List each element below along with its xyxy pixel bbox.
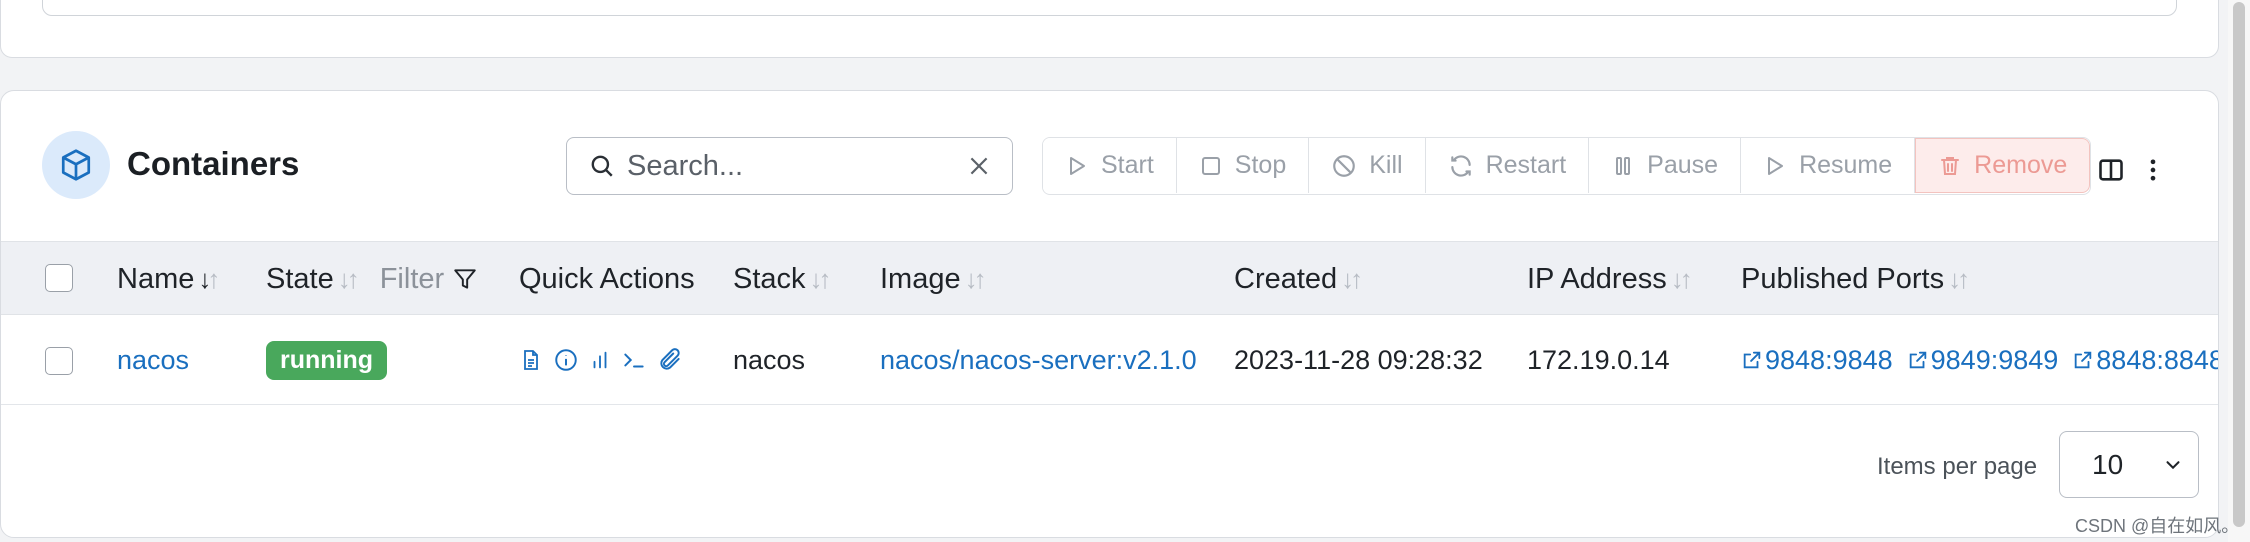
refresh-icon: [1448, 153, 1474, 179]
port-link[interactable]: 8848:8848: [2072, 345, 2218, 376]
sort-icon[interactable]: ↓↑: [965, 264, 987, 295]
sort-icon[interactable]: ↓↑: [338, 264, 360, 295]
chevron-down-icon: [2162, 454, 2184, 476]
port-link[interactable]: 9848:9848: [1741, 345, 1893, 376]
start-button[interactable]: Start: [1043, 138, 1177, 193]
image-link[interactable]: nacos/nacos-server:v2.1.0: [880, 315, 1197, 405]
column-name[interactable]: Name ↓↑: [117, 242, 220, 316]
container-name-link[interactable]: nacos: [117, 315, 189, 405]
table-footer: Items per page 10: [1, 405, 2218, 537]
panel-title: Containers: [127, 145, 300, 182]
search-box[interactable]: [566, 137, 1013, 195]
scrollbar-thumb[interactable]: [2233, 2, 2245, 527]
column-stack[interactable]: Stack ↓↑: [733, 242, 832, 316]
sort-icon[interactable]: ↓↑: [198, 264, 220, 295]
search-input[interactable]: [625, 148, 959, 184]
ip-address-cell: 172.19.0.14: [1527, 344, 1670, 375]
external-link-icon: [1741, 349, 1763, 371]
column-image[interactable]: Image ↓↑: [880, 242, 987, 316]
row-checkbox[interactable]: [45, 347, 73, 375]
filter-icon: [452, 266, 478, 292]
column-created[interactable]: Created ↓↑: [1234, 242, 1363, 316]
port-link[interactable]: 9849:9849: [1907, 345, 2058, 376]
watermark: CSDN @自在如风。: [2075, 516, 2240, 536]
select-all-checkbox[interactable]: [45, 264, 73, 292]
stack-cell: nacos: [733, 344, 806, 375]
external-link-icon: [1907, 349, 1929, 371]
pause-icon: [1611, 154, 1635, 178]
stop-icon: [1199, 154, 1223, 178]
more-options-icon[interactable]: [2146, 156, 2160, 184]
sort-icon[interactable]: ↓↑: [1948, 264, 1970, 295]
sort-icon[interactable]: ↓↑: [810, 264, 832, 295]
pause-button[interactable]: Pause: [1589, 138, 1742, 193]
table-header: Name ↓↑ State ↓↑ Filter Quick Actions St…: [1, 241, 2218, 315]
published-ports-cell: 9848:9848 9849:9849 8848:8848: [1741, 315, 2218, 405]
previous-card-inner: [42, 0, 2177, 16]
remove-button[interactable]: Remove: [1915, 138, 2091, 193]
ban-icon: [1331, 153, 1357, 179]
resume-button[interactable]: Resume: [1741, 138, 1916, 193]
column-state[interactable]: State ↓↑ Filter: [266, 242, 478, 316]
columns-toggle-icon[interactable]: [2097, 156, 2125, 184]
column-quick-actions: Quick Actions: [519, 262, 695, 295]
kill-button[interactable]: Kill: [1309, 138, 1426, 193]
play-icon: [1763, 154, 1787, 178]
stop-button[interactable]: Stop: [1176, 138, 1310, 193]
inspect-icon[interactable]: [553, 347, 579, 373]
sort-icon[interactable]: ↓↑: [1341, 264, 1363, 295]
state-filter[interactable]: Filter: [380, 263, 478, 296]
table-row: nacos running nacos nacos/nacos-server:v…: [1, 315, 2218, 405]
external-link-icon: [2072, 349, 2094, 371]
sort-icon[interactable]: ↓↑: [1671, 264, 1693, 295]
column-ip-address[interactable]: IP Address ↓↑: [1527, 242, 1693, 316]
trash-icon: [1938, 153, 1962, 179]
created-cell: 2023-11-28 09:28:32: [1234, 344, 1483, 375]
status-badge: running: [266, 340, 388, 380]
attach-icon[interactable]: [657, 347, 683, 373]
restart-button[interactable]: Restart: [1425, 138, 1590, 193]
column-published-ports[interactable]: Published Ports ↓↑: [1741, 242, 1970, 316]
logs-icon[interactable]: [519, 347, 543, 373]
container-actions: Start Stop Kill Restart Pause Resume Rem…: [1042, 137, 2092, 195]
console-icon[interactable]: [621, 347, 647, 373]
cube-icon: [42, 131, 110, 199]
search-icon: [589, 153, 615, 179]
items-per-page-select[interactable]: 10: [2059, 431, 2199, 498]
clear-search-icon[interactable]: [966, 153, 992, 179]
vertical-scrollbar[interactable]: [2228, 0, 2250, 542]
items-per-page-label: Items per page: [1877, 453, 2038, 480]
play-icon: [1065, 154, 1089, 178]
stats-icon[interactable]: [589, 347, 611, 373]
panel-header: Containers Start: [1, 91, 2218, 241]
quick-actions: [519, 347, 683, 373]
containers-panel: Containers Start: [0, 90, 2219, 538]
